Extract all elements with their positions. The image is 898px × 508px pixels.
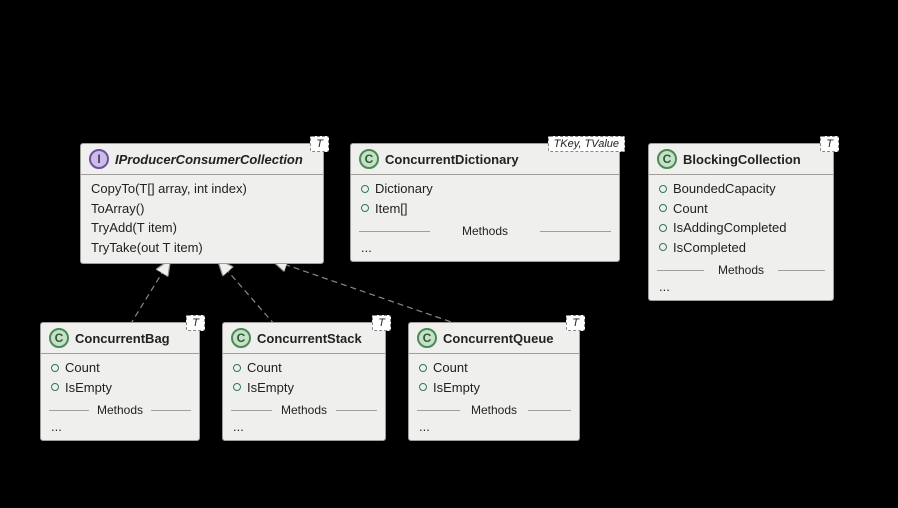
visibility-public-icon — [361, 185, 369, 193]
property-list: BoundedCapacity Count IsAddingCompleted … — [649, 175, 833, 263]
property-item: IsCompleted — [659, 238, 823, 258]
visibility-public-icon — [233, 364, 241, 372]
visibility-public-icon — [659, 243, 667, 251]
class-name: ConcurrentBag — [75, 331, 191, 346]
methods-section-label: Methods — [417, 403, 571, 417]
visibility-public-icon — [659, 224, 667, 232]
visibility-public-icon — [659, 185, 667, 193]
interface-name: IProducerConsumerCollection — [115, 152, 315, 167]
type-parameter-badge: TKey, TValue — [548, 136, 625, 152]
type-parameter-badge: T — [566, 315, 585, 331]
ellipsis: ... — [41, 417, 199, 440]
property-list: Count IsEmpty — [223, 354, 385, 403]
class-icon: C — [359, 149, 379, 169]
visibility-public-icon — [659, 204, 667, 212]
property-list: Dictionary Item[] — [351, 175, 619, 224]
uml-class-concurrentbag: T C ConcurrentBag Count IsEmpty Methods … — [40, 322, 200, 441]
methods-section-label: Methods — [657, 263, 825, 277]
class-name: ConcurrentQueue — [443, 331, 571, 346]
visibility-public-icon — [51, 383, 59, 391]
property-list: Count IsEmpty — [41, 354, 199, 403]
property-item: Dictionary — [361, 179, 609, 199]
uml-header: C ConcurrentStack — [223, 323, 385, 353]
visibility-public-icon — [361, 204, 369, 212]
methods-section-label: Methods — [231, 403, 377, 417]
ellipsis: ... — [409, 417, 579, 440]
uml-header: I IProducerConsumerCollection — [81, 144, 323, 174]
visibility-public-icon — [51, 364, 59, 372]
uml-class-blockingcollection: T C BlockingCollection BoundedCapacity C… — [648, 143, 834, 301]
property-item: Count — [419, 358, 569, 378]
uml-class-concurrentstack: T C ConcurrentStack Count IsEmpty Method… — [222, 322, 386, 441]
class-icon: C — [49, 328, 69, 348]
ellipsis: ... — [351, 238, 619, 261]
property-item: BoundedCapacity — [659, 179, 823, 199]
uml-header: C ConcurrentQueue — [409, 323, 579, 353]
class-icon: C — [657, 149, 677, 169]
uml-class-concurrentqueue: T C ConcurrentQueue Count IsEmpty Method… — [408, 322, 580, 441]
property-item: IsEmpty — [51, 378, 189, 398]
type-parameter-badge: T — [186, 315, 205, 331]
property-item: Item[] — [361, 199, 609, 219]
class-name: BlockingCollection — [683, 152, 825, 167]
ellipsis: ... — [649, 277, 833, 300]
type-parameter-badge: T — [310, 136, 329, 152]
property-list: Count IsEmpty — [409, 354, 579, 403]
method-item: ToArray() — [91, 199, 313, 219]
property-item: Count — [659, 199, 823, 219]
class-icon: C — [231, 328, 251, 348]
property-item: Count — [51, 358, 189, 378]
method-list: CopyTo(T[] array, int index) ToArray() T… — [81, 175, 323, 263]
uml-interface-iproducerconsumercollection: T I IProducerConsumerCollection CopyTo(T… — [80, 143, 324, 264]
visibility-public-icon — [233, 383, 241, 391]
class-name: ConcurrentDictionary — [385, 152, 611, 167]
ellipsis: ... — [223, 417, 385, 440]
method-item: TryTake(out T item) — [91, 238, 313, 258]
type-parameter-badge: T — [372, 315, 391, 331]
method-item: TryAdd(T item) — [91, 218, 313, 238]
type-parameter-badge: T — [820, 136, 839, 152]
class-name: ConcurrentStack — [257, 331, 377, 346]
visibility-public-icon — [419, 383, 427, 391]
uml-header: C ConcurrentBag — [41, 323, 199, 353]
uml-class-concurrentdictionary: TKey, TValue C ConcurrentDictionary Dict… — [350, 143, 620, 262]
visibility-public-icon — [419, 364, 427, 372]
class-icon: C — [417, 328, 437, 348]
uml-header: C BlockingCollection — [649, 144, 833, 174]
methods-section-label: Methods — [359, 224, 611, 238]
property-item: IsEmpty — [233, 378, 375, 398]
property-item: IsEmpty — [419, 378, 569, 398]
property-item: Count — [233, 358, 375, 378]
method-item: CopyTo(T[] array, int index) — [91, 179, 313, 199]
methods-section-label: Methods — [49, 403, 191, 417]
interface-icon: I — [89, 149, 109, 169]
property-item: IsAddingCompleted — [659, 218, 823, 238]
